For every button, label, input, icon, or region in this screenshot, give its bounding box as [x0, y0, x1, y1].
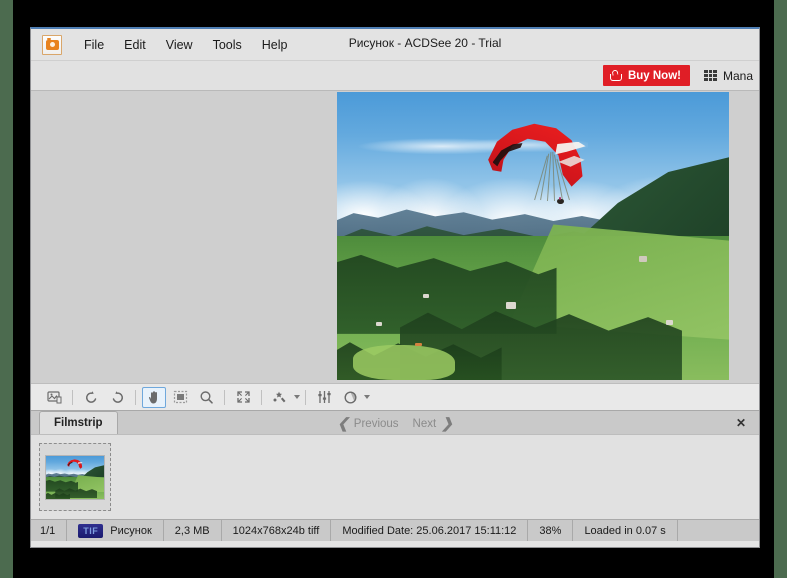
- thumbnail-paraglider[interactable]: [39, 443, 111, 511]
- manage-mode-button[interactable]: Mana: [698, 64, 759, 88]
- menu-item-file[interactable]: File: [74, 35, 114, 55]
- effects-icon[interactable]: [268, 387, 292, 408]
- main-photo[interactable]: [337, 92, 729, 380]
- previous-button[interactable]: ❮ Previous: [337, 415, 398, 432]
- mode-toolbar: Buy Now! Mana: [31, 60, 759, 90]
- image-properties-icon[interactable]: [42, 387, 66, 408]
- menu-item-tools[interactable]: Tools: [203, 35, 252, 55]
- thumbnail-image: [45, 454, 105, 500]
- status-file: TIF Рисунок: [67, 520, 164, 541]
- chevron-left-icon: ❮: [337, 415, 349, 431]
- exposure-icon[interactable]: [338, 387, 362, 408]
- format-badge: TIF: [78, 523, 104, 538]
- toolbar-separator: [224, 389, 225, 405]
- toolbar-separator: [135, 389, 136, 405]
- status-load-time: Loaded in 0.07 s: [573, 520, 678, 541]
- zoom-icon[interactable]: [194, 387, 218, 408]
- screenshot-root: File Edit View Tools Help Рисунок - ACDS…: [0, 0, 787, 578]
- filmstrip-body: [31, 434, 759, 519]
- pan-hand-icon[interactable]: [142, 386, 166, 408]
- toolbar-separator: [261, 389, 262, 405]
- camera-icon: [42, 34, 62, 55]
- manage-label: Mana: [722, 68, 753, 83]
- select-region-icon[interactable]: [168, 387, 192, 408]
- adjust-sliders-icon[interactable]: [312, 387, 336, 408]
- status-modified: Modified Date: 25.06.2017 15:11:12: [331, 520, 529, 541]
- status-zoom: 38%: [528, 520, 574, 541]
- buy-now-button[interactable]: Buy Now!: [602, 65, 690, 86]
- menu-item-view[interactable]: View: [156, 35, 203, 55]
- filmstrip-navigation: ❮ Previous Next ❯: [31, 415, 759, 432]
- acdsee-window: File Edit View Tools Help Рисунок - ACDS…: [30, 27, 760, 548]
- desktop-background-right: [774, 0, 787, 578]
- grid-icon: [703, 70, 717, 81]
- exposure-dropdown-icon[interactable]: [364, 395, 370, 399]
- status-bar: 1/1 TIF Рисунок 2,3 MB 1024x768x24b tiff…: [31, 519, 759, 541]
- fit-to-window-icon[interactable]: [231, 387, 255, 408]
- image-viewer[interactable]: [31, 90, 759, 383]
- desktop-background-left: [0, 0, 13, 578]
- paraglider-figure: [486, 121, 596, 205]
- tab-filmstrip[interactable]: Filmstrip: [39, 411, 118, 434]
- rotate-right-icon[interactable]: [105, 387, 129, 408]
- status-index: 1/1: [31, 520, 68, 541]
- filmstrip-header: Filmstrip ❮ Previous Next ❯ ✕: [31, 410, 759, 434]
- toolbar-separator: [305, 389, 306, 405]
- menu-item-help[interactable]: Help: [252, 35, 298, 55]
- chevron-right-icon: ❯: [441, 415, 453, 431]
- previous-label: Previous: [353, 417, 399, 430]
- rotate-left-icon[interactable]: [79, 387, 103, 408]
- next-label: Next: [412, 417, 437, 430]
- buy-now-label: Buy Now!: [627, 69, 681, 82]
- toolbar-separator: [72, 389, 73, 405]
- view-toolbar: [31, 383, 759, 410]
- shopping-cart-icon: [609, 69, 623, 81]
- status-filesize: 2,3 MB: [164, 520, 222, 541]
- menu-item-edit[interactable]: Edit: [114, 35, 156, 55]
- effects-dropdown-icon[interactable]: [294, 395, 300, 399]
- status-filename: Рисунок: [110, 524, 152, 537]
- menu-bar: File Edit View Tools Help Рисунок - ACDS…: [31, 29, 759, 60]
- status-dimensions: 1024x768x24b tiff: [222, 520, 332, 541]
- next-button[interactable]: Next ❯: [413, 415, 453, 432]
- close-filmstrip-button[interactable]: ✕: [733, 415, 749, 431]
